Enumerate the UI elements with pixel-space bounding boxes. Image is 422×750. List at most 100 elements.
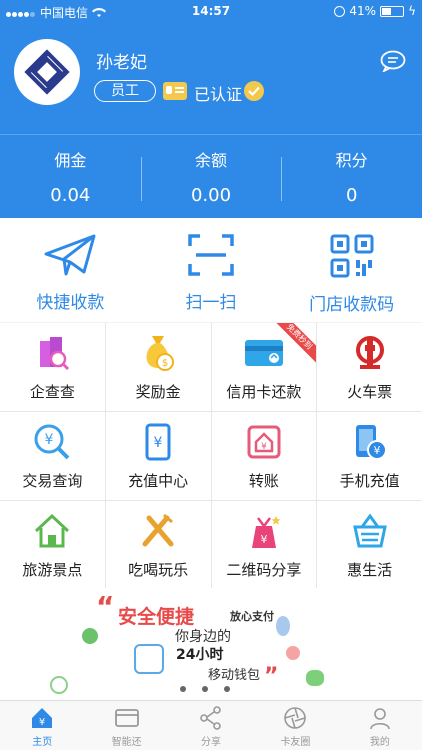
service-recharge-center[interactable]: ¥ 充值中心 <box>105 412 211 500</box>
home-yen-icon: ¥ <box>32 708 53 728</box>
bluetooth-icon <box>276 616 290 636</box>
service-label: 信用卡还款 <box>226 383 302 401</box>
svg-text:¥: ¥ <box>154 435 163 451</box>
logo-icon <box>24 49 70 95</box>
message-icon[interactable] <box>380 50 406 72</box>
tab-label: 主页 <box>32 737 53 748</box>
stat-commission[interactable]: 佣金 0.04 <box>0 135 141 218</box>
tab-mine[interactable]: 我的 <box>338 701 422 750</box>
fork-knife-icon <box>142 513 174 547</box>
stat-points[interactable]: 积分 0 <box>281 135 422 218</box>
stat-value: 0.04 <box>50 185 91 206</box>
service-label: 转账 <box>248 472 279 490</box>
svg-text:¥: ¥ <box>260 533 267 546</box>
service-qrcode-share[interactable]: ¥ 二维码分享 <box>211 501 317 589</box>
battery-percent: 41% <box>349 4 377 18</box>
stat-label: 余额 <box>195 151 228 170</box>
verified-label: 已认证 <box>194 85 243 104</box>
tab-label: 我的 <box>369 737 390 748</box>
close-quote: ” <box>264 664 279 689</box>
chat-bubble-icon <box>306 670 324 686</box>
service-food-fun[interactable]: 吃喝玩乐 <box>105 501 211 589</box>
scan-icon <box>188 234 234 276</box>
battery-icon <box>380 5 405 17</box>
svg-text:¥: ¥ <box>373 444 380 457</box>
stat-label: 佣金 <box>54 151 87 170</box>
quick-label: 扫一扫 <box>185 293 237 313</box>
svg-text:¥: ¥ <box>261 442 267 452</box>
tab-card-friends[interactable]: 卡友圈 <box>253 701 337 750</box>
promo-banner[interactable]: “ 安全便捷 放心支付 你身边的 24小时 移动钱包 ” <box>0 588 422 700</box>
tab-label: 分享 <box>201 737 222 748</box>
tab-smart-repay[interactable]: 智能还 <box>84 701 168 750</box>
role-badge: 员工 <box>94 80 156 102</box>
svg-text:¥: ¥ <box>45 432 54 448</box>
service-reward[interactable]: $ 奖励金 <box>105 323 211 411</box>
service-transaction-query[interactable]: ¥ 交易查询 <box>0 412 105 500</box>
transaction-search-icon: ¥ <box>34 424 70 460</box>
stat-label: 积分 <box>335 151 368 170</box>
service-label: 手机充值 <box>339 472 400 490</box>
status-bar: 中国电信 14:57 41% ϟ <box>0 0 422 22</box>
stat-balance[interactable]: 余额 0.00 <box>140 135 282 218</box>
avatar[interactable] <box>14 39 80 105</box>
aperture-icon <box>284 707 307 729</box>
service-label: 交易查询 <box>22 472 83 490</box>
banner-line2: 24小时 <box>176 647 224 663</box>
pager-dot[interactable] <box>202 686 208 692</box>
quick-actions: 快捷收款 扫一扫 门店收款码 <box>0 218 422 322</box>
service-credit-card-repay[interactable]: 免费秒到 信用卡还款 <box>211 323 317 411</box>
tab-label: 卡友圈 <box>280 737 311 748</box>
share-icon <box>200 706 221 730</box>
status-right: 41% ϟ <box>334 4 416 18</box>
id-card-icon <box>163 82 187 100</box>
service-label: 吃喝玩乐 <box>128 561 189 579</box>
banner-tag: 放心支付 <box>230 610 274 623</box>
tab-bar: ¥ 主页 智能还 分享 卡友圈 我的 <box>0 700 422 750</box>
gift-bag-icon: ¥ <box>251 516 281 548</box>
tab-share[interactable]: 分享 <box>169 701 253 750</box>
wechat-icon <box>82 628 98 644</box>
service-label: 旅游景点 <box>22 561 83 579</box>
banner-title: 安全便捷 <box>118 606 195 628</box>
account-stats: 佣金 0.04 余额 0.00 积分 0 <box>0 134 422 218</box>
mobile-topup-icon: ¥ <box>355 425 387 460</box>
pay-icon <box>50 676 68 694</box>
service-train-ticket[interactable]: 火车票 <box>317 323 422 411</box>
credit-card-icon <box>244 340 283 366</box>
stat-value: 0.00 <box>190 185 232 206</box>
qrcode-icon <box>330 234 374 278</box>
service-label: 企查查 <box>29 383 75 401</box>
railway-icon <box>355 336 384 369</box>
tab-home[interactable]: ¥ 主页 <box>0 701 84 750</box>
service-company-lookup[interactable]: 企查查 <box>0 323 105 411</box>
transfer-icon: ¥ <box>247 425 281 459</box>
store-qrcode-button[interactable]: 门店收款码 <box>281 218 422 322</box>
services-grid: 企查查 $ 奖励金 免费秒到 信用卡还款 火车票 ¥ 交易查询 ¥ 充值中心 ¥… <box>0 323 422 589</box>
sparkle-icon <box>286 646 300 660</box>
banner-line1: 你身边的 <box>175 629 231 645</box>
svg-text:$: $ <box>162 358 168 369</box>
quick-label: 门店收款码 <box>309 295 395 315</box>
service-mobile-topup[interactable]: ¥ 手机充值 <box>317 412 422 500</box>
pager-dot[interactable] <box>224 686 230 692</box>
person-icon <box>370 708 390 730</box>
open-quote: “ <box>96 590 115 623</box>
service-label: 奖励金 <box>135 383 181 401</box>
quick-label: 快捷收款 <box>36 293 105 313</box>
service-travel-spots[interactable]: 旅游景点 <box>0 501 105 589</box>
money-bag-icon: $ <box>146 336 175 371</box>
stat-value: 0 <box>345 185 358 206</box>
service-transfer[interactable]: ¥ 转账 <box>211 412 317 500</box>
tab-label: 智能还 <box>111 737 142 748</box>
scan-button[interactable]: 扫一扫 <box>141 218 282 322</box>
carousel-pager[interactable] <box>180 686 230 692</box>
pager-dot[interactable] <box>180 686 186 692</box>
service-life-benefits[interactable]: 惠生活 <box>317 501 422 589</box>
quick-pay-button[interactable]: 快捷收款 <box>0 218 141 322</box>
orientation-lock-icon <box>334 5 346 17</box>
user-name: 孙老妃 <box>96 53 147 73</box>
building-search-icon <box>40 337 70 371</box>
banner-line3: 移动钱包 <box>208 668 261 683</box>
card-icon <box>114 709 139 727</box>
